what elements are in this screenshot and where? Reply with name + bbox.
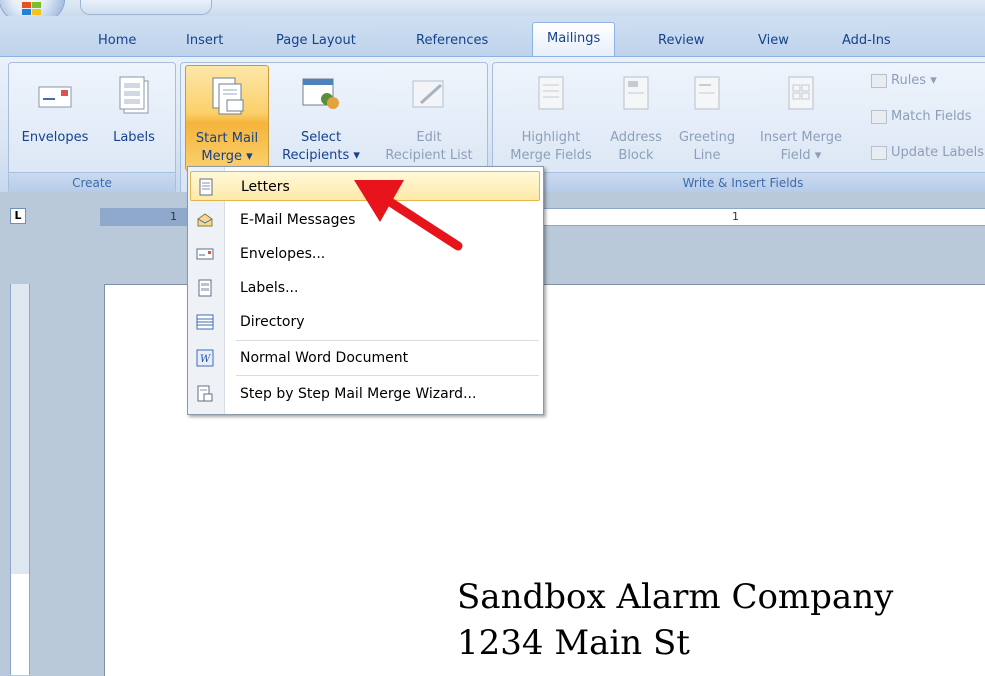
address-block-button[interactable]: Address Block (607, 65, 665, 169)
ruler-margin-top (11, 284, 29, 574)
tab-mailings[interactable]: Mailings (532, 22, 616, 57)
match-fields-button[interactable]: Match Fields (871, 107, 972, 127)
tab-selector[interactable]: L (10, 208, 26, 224)
edit-list-icon (412, 80, 444, 108)
greeting-label-line1: Greeting (678, 130, 736, 145)
vertical-ruler[interactable] (10, 284, 30, 675)
labels-button[interactable]: Labels (103, 65, 165, 169)
ruler-mark-left: 1 (170, 210, 177, 223)
rules-icon (871, 73, 887, 88)
tab-view[interactable]: View (758, 26, 789, 56)
insert-field-label-line2: Field ▾ (780, 148, 822, 163)
match-fields-label: Match Fields (891, 109, 972, 124)
match-fields-icon (871, 109, 887, 124)
address-label-line1: Address (610, 130, 662, 145)
menu-item-letters-label: Letters (241, 179, 290, 195)
tab-home[interactable]: Home (98, 26, 136, 56)
menu-item-directory[interactable]: Directory (190, 307, 540, 337)
highlight-merge-fields-button[interactable]: Highlight Merge Fields (499, 65, 603, 169)
start-mail-merge-label-line2: Merge ▾ (201, 149, 253, 164)
start-mail-merge-label-line1: Start Mail (195, 131, 259, 146)
labels-label: Labels (113, 130, 155, 145)
rules-button[interactable]: Rules ▾ (871, 71, 937, 91)
menu-item-labels-label: Labels... (240, 280, 299, 296)
document-line-address: 1234 Main St (457, 623, 690, 663)
menu-item-normal-word-label: Normal Word Document (240, 350, 409, 366)
tab-insert[interactable]: Insert (186, 26, 223, 56)
word-doc-icon: W (196, 349, 214, 367)
envelope-icon (196, 248, 214, 260)
group-write-insert-label: Write & Insert Fields (493, 172, 985, 193)
edit-recipient-list-button[interactable]: Edit Recipient List (377, 65, 481, 169)
menu-item-normal-word-document[interactable]: W Normal Word Document (190, 343, 540, 373)
menu-item-wizard-label: Step by Step Mail Merge Wizard... (240, 386, 477, 402)
insert-field-label-line1: Insert Merge (760, 130, 842, 145)
email-icon (197, 213, 213, 227)
mail-merge-icon (212, 77, 244, 115)
tab-add-ins[interactable]: Add-Ins (842, 26, 891, 56)
highlight-fields-icon (538, 76, 564, 110)
address-block-icon (623, 76, 649, 110)
rules-label: Rules ▾ (891, 73, 937, 88)
insert-merge-field-icon (788, 76, 814, 110)
greeting-label-line2: Line (693, 148, 721, 163)
tab-page-layout[interactable]: Page Layout (276, 26, 356, 56)
greeting-line-button[interactable]: Greeting Line (667, 65, 747, 169)
envelopes-label: Envelopes (21, 130, 89, 145)
highlight-label-line2: Merge Fields (510, 148, 592, 163)
red-arrow-annotation (354, 180, 463, 251)
edit-list-label-line1: Edit (416, 130, 442, 145)
select-recipients-label-line1: Select (300, 130, 342, 145)
svg-text:W: W (200, 354, 211, 365)
start-mail-merge-button[interactable]: Start Mail Merge ▾ (185, 65, 269, 171)
update-labels-label: Update Labels (891, 145, 985, 160)
menu-separator (236, 375, 539, 376)
envelope-icon (38, 86, 72, 108)
address-label-line2: Block (618, 148, 654, 163)
greeting-line-label: Greeting Line (667, 129, 747, 165)
ribbon-tabs: Home Insert Page Layout References Maili… (0, 16, 985, 57)
office-logo-icon (22, 2, 41, 15)
insert-merge-field-button[interactable]: Insert Merge Field ▾ (749, 65, 853, 169)
menu-item-labels[interactable]: Labels... (190, 273, 540, 303)
envelopes-button[interactable]: Envelopes (15, 65, 95, 169)
tab-references[interactable]: References (416, 26, 488, 56)
recipients-icon (302, 78, 339, 109)
address-block-label: Address Block (607, 129, 665, 165)
highlight-label-line1: Highlight (521, 130, 581, 145)
greeting-line-icon (694, 76, 720, 110)
document-line-company: Sandbox Alarm Company (457, 577, 894, 617)
menu-item-mail-merge-wizard[interactable]: Step by Step Mail Merge Wizard... (190, 379, 540, 409)
labels-icon (119, 76, 149, 114)
group-create-label: Create (9, 172, 175, 193)
start-mail-merge-label: Start Mail Merge ▾ (186, 130, 268, 166)
tab-review[interactable]: Review (658, 26, 704, 56)
menu-item-directory-label: Directory (240, 314, 305, 330)
menu-item-envelopes-label: Envelopes... (240, 246, 326, 262)
group-create: Envelopes Labels Create (8, 62, 176, 194)
highlight-merge-fields-label: Highlight Merge Fields (499, 129, 603, 165)
wizard-icon (197, 385, 213, 402)
update-labels-button[interactable]: Update Labels (871, 143, 984, 163)
select-recipients-button[interactable]: Select Recipients ▾ (273, 65, 369, 169)
update-labels-icon (871, 145, 887, 160)
insert-merge-field-label: Insert Merge Field ▾ (749, 129, 853, 165)
group-write-insert-fields: Highlight Merge Fields Address Block Gre… (492, 62, 985, 194)
labels-icon (198, 279, 212, 297)
quick-access-toolbar[interactable] (80, 0, 212, 15)
directory-icon (196, 314, 214, 330)
menu-separator (236, 340, 539, 341)
ruler-mark-right: 1 (732, 210, 739, 223)
letter-icon (199, 178, 213, 196)
menu-item-email-label: E-Mail Messages (240, 212, 356, 228)
